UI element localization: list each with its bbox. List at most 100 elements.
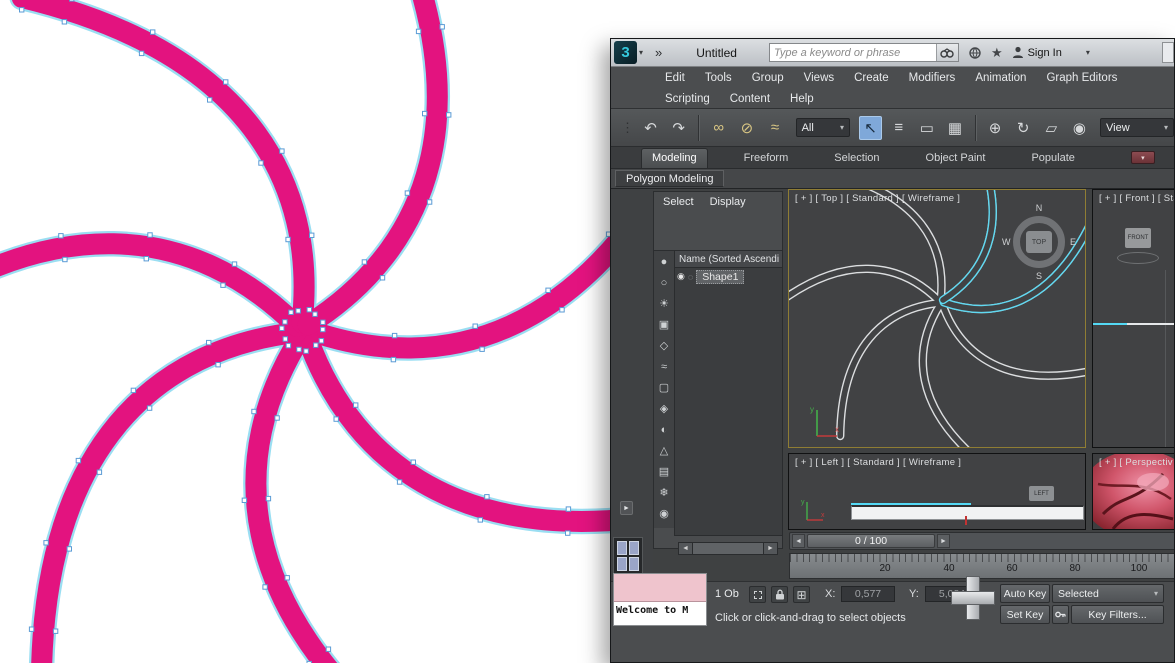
auto-key-button[interactable]: Auto Key (1000, 584, 1050, 603)
next-frame-button[interactable]: ► (937, 534, 950, 548)
unlink-selection-icon[interactable]: ⊘ (735, 116, 758, 140)
ribbon-tab-modeling[interactable]: Modeling (641, 148, 708, 168)
filter-materials-icon[interactable]: ◐ (654, 419, 674, 440)
menu-item-edit[interactable]: Edit (665, 72, 685, 84)
viewcube-west[interactable]: W (1002, 237, 1011, 247)
menu-item-create[interactable]: Create (854, 72, 889, 84)
previous-frame-button[interactable]: ◄ (792, 534, 805, 548)
viewport-perspective[interactable]: [ + ] [ Perspectiv (1092, 453, 1174, 530)
polygon-modeling-panel-tab[interactable]: Polygon Modeling (615, 170, 725, 187)
menu-item-content[interactable]: Content (730, 93, 770, 105)
scroll-left-arrow[interactable]: ◄ (679, 543, 692, 554)
scene-object-row[interactable]: ◉ ◌ Shape1 (675, 268, 782, 285)
selection-filter-dropdown[interactable]: All ▾ (795, 118, 850, 137)
filter-bones-icon[interactable]: △ (654, 440, 674, 461)
filter-geometry-icon[interactable]: ● (654, 251, 674, 272)
filter-frozen-icon[interactable]: ❄ (654, 482, 674, 503)
signin-caret-icon[interactable]: ▾ (1086, 48, 1090, 57)
logo-caret-icon[interactable]: ▾ (639, 48, 643, 57)
app-logo[interactable]: 3 (614, 41, 637, 64)
absolute-mode-button[interactable]: ⊞ (793, 586, 810, 603)
select-and-scale-icon[interactable]: ▱ (1040, 116, 1063, 140)
viewcube-north[interactable]: N (1036, 203, 1043, 213)
selection-region-icon[interactable]: ▭ (915, 116, 938, 140)
window-control-partial[interactable] (1162, 42, 1174, 63)
explorer-flyout-arrow-button[interactable]: ► (620, 501, 633, 515)
viewport-top-label[interactable]: [ + ] [ Top ] [ Standard ] [ Wireframe ] (795, 193, 960, 204)
keying-mode-button[interactable] (1052, 605, 1069, 624)
select-by-name-icon[interactable]: ≡ (887, 116, 910, 140)
maxscript-mini-listener[interactable]: Welcome to M (613, 573, 707, 626)
set-key-button[interactable]: Set Key (1000, 605, 1050, 624)
menu-item-group[interactable]: Group (752, 72, 784, 84)
viewcube-east[interactable]: E (1070, 237, 1076, 247)
ribbon-overflow-button[interactable]: ▾ (1130, 151, 1155, 164)
object-name-label[interactable]: Shape1 (696, 269, 745, 284)
ribbon-tab-populate[interactable]: Populate (1021, 149, 1084, 168)
filter-cameras-icon[interactable]: ▣ (654, 314, 674, 335)
filter-xrefs-icon[interactable]: ◈ (654, 398, 674, 419)
viewcube[interactable]: N S W E TOP (1002, 203, 1076, 281)
ribbon-tab-object-paint[interactable]: Object Paint (916, 149, 996, 168)
viewport-top[interactable]: [ + ] [ Top ] [ Standard ] [ Wireframe ]… (788, 189, 1086, 448)
favorites-star-icon[interactable]: ★ (991, 45, 1003, 61)
menu-item-modifiers[interactable]: Modifiers (909, 72, 956, 84)
select-and-manipulate-icon[interactable]: ◉ (1068, 116, 1091, 140)
ribbon-tab-freeform[interactable]: Freeform (734, 149, 799, 168)
viewport-front-label[interactable]: [ + ] [ Front ] [ Sta (1099, 193, 1174, 204)
window-crossing-icon[interactable]: ▦ (943, 116, 966, 140)
time-slider-handle[interactable]: 0 / 100 (807, 534, 935, 548)
selection-lock-button[interactable] (771, 586, 788, 603)
undo-icon[interactable]: ↶ (639, 116, 662, 140)
menu-item-graph-editors[interactable]: Graph Editors (1046, 72, 1117, 84)
scroll-right-arrow[interactable]: ► (764, 543, 777, 554)
search-input[interactable] (769, 46, 936, 59)
select-and-link-icon[interactable]: ∞ (707, 116, 730, 140)
ribbon-tab-selection[interactable]: Selection (824, 149, 889, 168)
menu-item-animation[interactable]: Animation (975, 72, 1026, 84)
menu-item-help[interactable]: Help (790, 93, 814, 105)
redo-icon[interactable]: ↷ (667, 116, 690, 140)
filter-helpers-icon[interactable]: ◇ (654, 335, 674, 356)
reference-coordinate-dropdown[interactable]: View ▾ (1100, 118, 1174, 137)
select-and-move-icon[interactable]: ⊕ (984, 116, 1007, 140)
listener-macro-pane[interactable] (614, 574, 706, 602)
signin-button[interactable]: Sign In (1012, 46, 1062, 59)
toolbar-grip-icon[interactable]: ⋮ (621, 120, 634, 136)
front-viewcube-face[interactable]: FRONT (1125, 228, 1151, 248)
isolate-selection-button[interactable] (749, 586, 766, 603)
community-icon[interactable] (968, 46, 982, 60)
viewport-left-label[interactable]: [ + ] [ Left ] [ Standard ] [ Wireframe … (795, 457, 961, 468)
filter-hidden-icon[interactable]: ◉ (654, 503, 674, 524)
menu-item-views[interactable]: Views (804, 72, 834, 84)
viewcube-south[interactable]: S (1036, 271, 1042, 281)
search-binoculars-icon[interactable] (935, 44, 958, 61)
x-coordinate-field[interactable]: 0,577 (841, 586, 895, 602)
key-filters-button[interactable]: Key Filters... (1071, 605, 1164, 624)
explorer-menu-display[interactable]: Display (710, 196, 746, 208)
filter-spacewarps-icon[interactable]: ≈ (654, 356, 674, 377)
scrollbar-thumb[interactable] (692, 543, 764, 554)
visibility-eye-icon[interactable]: ◉ (677, 271, 685, 282)
explorer-menu-select[interactable]: Select (663, 196, 694, 208)
filter-containers-icon[interactable]: ▤ (654, 461, 674, 482)
viewport-front[interactable]: [ + ] [ Front ] [ Sta FRONT (1092, 189, 1174, 448)
filter-groups-icon[interactable]: ▢ (654, 377, 674, 398)
viewport-left[interactable]: [ + ] [ Left ] [ Standard ] [ Wireframe … (788, 453, 1086, 530)
left-viewcube-face[interactable]: LEFT (1029, 486, 1054, 501)
select-object-button[interactable]: ↖ (858, 115, 883, 140)
filter-lights-icon[interactable]: ☀ (654, 293, 674, 314)
filter-shapes-icon[interactable]: ○ (654, 272, 674, 293)
select-and-rotate-icon[interactable]: ↻ (1012, 116, 1035, 140)
name-column-header[interactable]: Name (Sorted Ascendi (675, 251, 782, 268)
quick-access-overflow-button[interactable]: » (655, 45, 662, 60)
viewcube-top-face[interactable]: TOP (1026, 231, 1052, 253)
bind-to-space-warp-icon[interactable]: ≈ (763, 116, 786, 140)
explorer-horizontal-scrollbar[interactable]: ◄ ► (678, 542, 778, 555)
selection-set-dropdown[interactable]: Selected ▾ (1052, 584, 1164, 603)
time-slider-track[interactable]: ◄ 0 / 100 ► (789, 532, 1174, 550)
menu-item-tools[interactable]: Tools (705, 72, 732, 84)
menu-item-scripting[interactable]: Scripting (665, 93, 710, 105)
viewport-perspective-label[interactable]: [ + ] [ Perspectiv (1099, 457, 1173, 468)
viewport-layout-tabs-button[interactable] (613, 537, 643, 575)
